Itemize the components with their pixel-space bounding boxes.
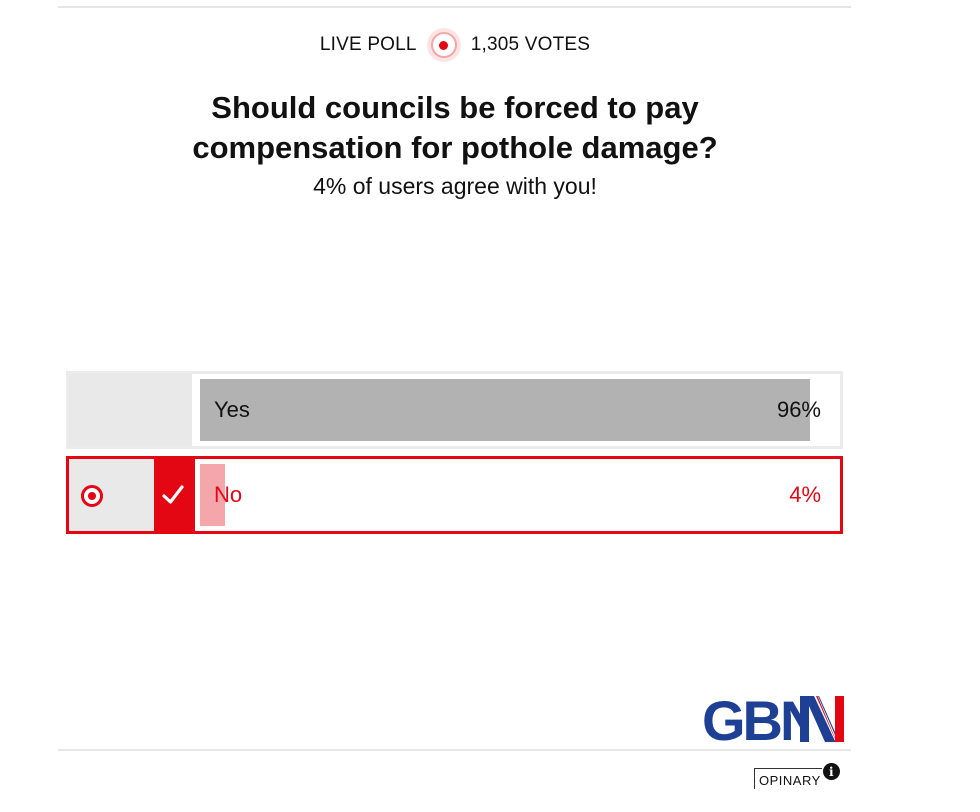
option-result-area: No 4%	[200, 464, 835, 526]
info-icon[interactable]: i	[822, 763, 840, 780]
poll-question: Should councils be forced to pay compens…	[0, 88, 910, 168]
live-poll-label: LIVE POLL	[319, 34, 417, 55]
result-message: 4% of users agree with you!	[313, 173, 597, 199]
option-percent-no: 4%	[789, 482, 821, 507]
votes-count: 1,305 VOTES	[470, 34, 591, 55]
question-line-1: Should councils be forced to pay	[211, 90, 699, 125]
bottom-divider	[58, 749, 851, 751]
gbn-logo: GBN	[702, 694, 844, 744]
poll-option-yes[interactable]: Yes 96%	[66, 371, 843, 449]
option-select-area[interactable]	[69, 459, 195, 531]
top-divider	[58, 6, 851, 8]
poll-option-no[interactable]: No 4%	[66, 456, 843, 534]
checkmark-icon	[154, 459, 192, 531]
option-select-area[interactable]	[69, 374, 195, 446]
poll-header: LIVE POLL 1,305 VOTES	[0, 28, 910, 62]
opinary-label[interactable]: OPINARY	[754, 768, 822, 789]
option-label-yes: Yes	[214, 397, 250, 422]
target-icon	[81, 485, 103, 507]
option-percent-yes: 96%	[776, 397, 821, 422]
live-indicator-icon	[426, 28, 461, 62]
question-line-2: compensation for pothole damage?	[192, 130, 718, 165]
opinary-branding[interactable]: OPINARY i	[754, 763, 840, 789]
result-bar-yes	[200, 379, 810, 441]
option-label-no: No	[214, 482, 243, 507]
option-result-area: Yes 96%	[200, 379, 835, 441]
